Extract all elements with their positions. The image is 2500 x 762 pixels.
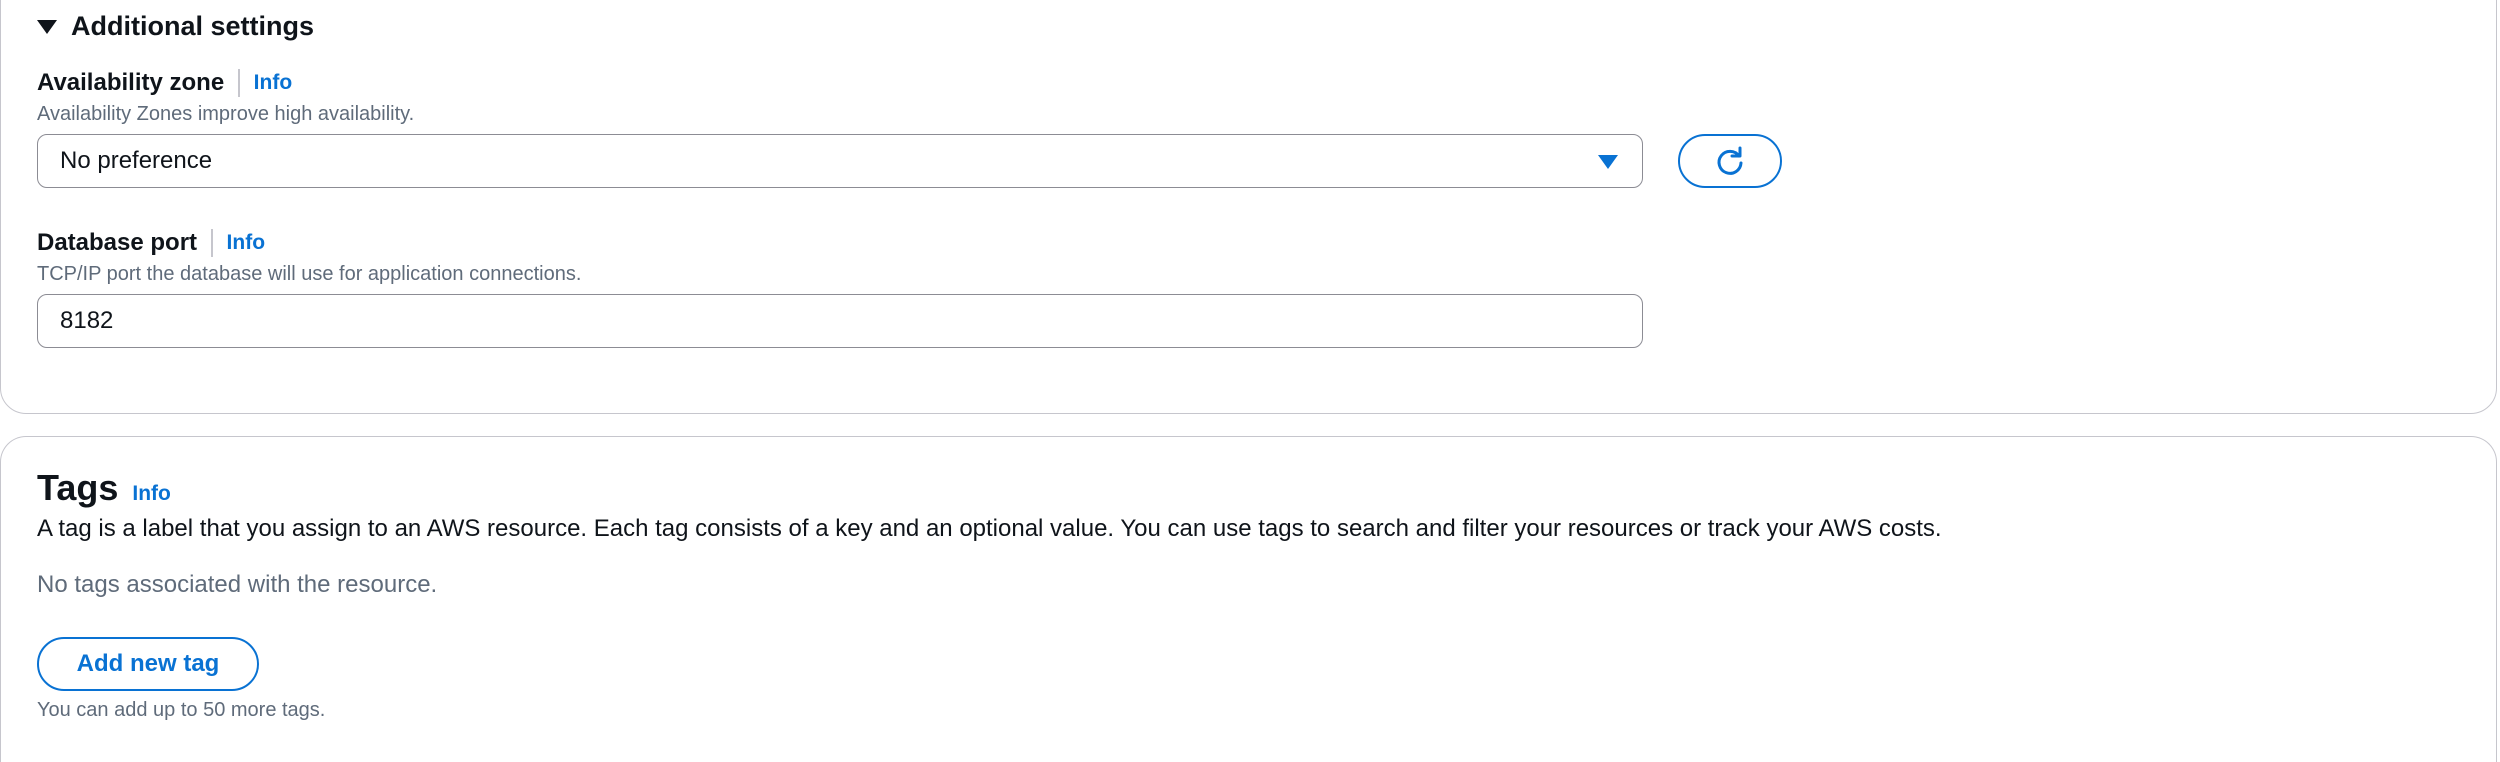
tags-info-link[interactable]: Info (132, 482, 170, 506)
caret-down-icon (37, 19, 57, 34)
database-port-input[interactable]: 8182 (37, 294, 1643, 348)
database-port-description: TCP/IP port the database will use for ap… (37, 263, 582, 285)
tags-limit-text: You can add up to 50 more tags. (37, 699, 326, 721)
caret-down-icon (1598, 155, 1618, 169)
tags-header: Tags Info (37, 467, 171, 509)
database-port-label-row: Database port Info (37, 229, 265, 257)
availability-zone-label-row: Availability zone Info (37, 69, 292, 97)
database-port-info-link[interactable]: Info (227, 231, 265, 255)
additional-settings-expander[interactable]: Additional settings (37, 11, 314, 42)
additional-settings-panel: Additional settings Availability zone In… (0, 0, 2497, 414)
label-divider (211, 229, 213, 257)
availability-zone-label: Availability zone (37, 69, 225, 96)
tags-empty-text: No tags associated with the resource. (37, 571, 438, 598)
database-port-value: 8182 (60, 307, 114, 334)
refresh-icon (1717, 146, 1743, 175)
refresh-availability-zones-button[interactable] (1678, 134, 1782, 188)
add-new-tag-button[interactable]: Add new tag (37, 637, 259, 691)
additional-settings-title: Additional settings (71, 11, 314, 41)
tags-title: Tags (37, 467, 119, 508)
label-divider (238, 69, 240, 97)
availability-zone-description: Availability Zones improve high availabi… (37, 103, 415, 125)
tags-description: A tag is a label that you assign to an A… (37, 515, 1942, 542)
availability-zone-selected-value: No preference (60, 147, 213, 174)
database-port-label: Database port (37, 229, 198, 256)
availability-zone-select[interactable]: No preference (37, 134, 1643, 188)
availability-zone-info-link[interactable]: Info (254, 71, 292, 95)
tags-panel: Tags Info A tag is a label that you assi… (0, 436, 2497, 762)
